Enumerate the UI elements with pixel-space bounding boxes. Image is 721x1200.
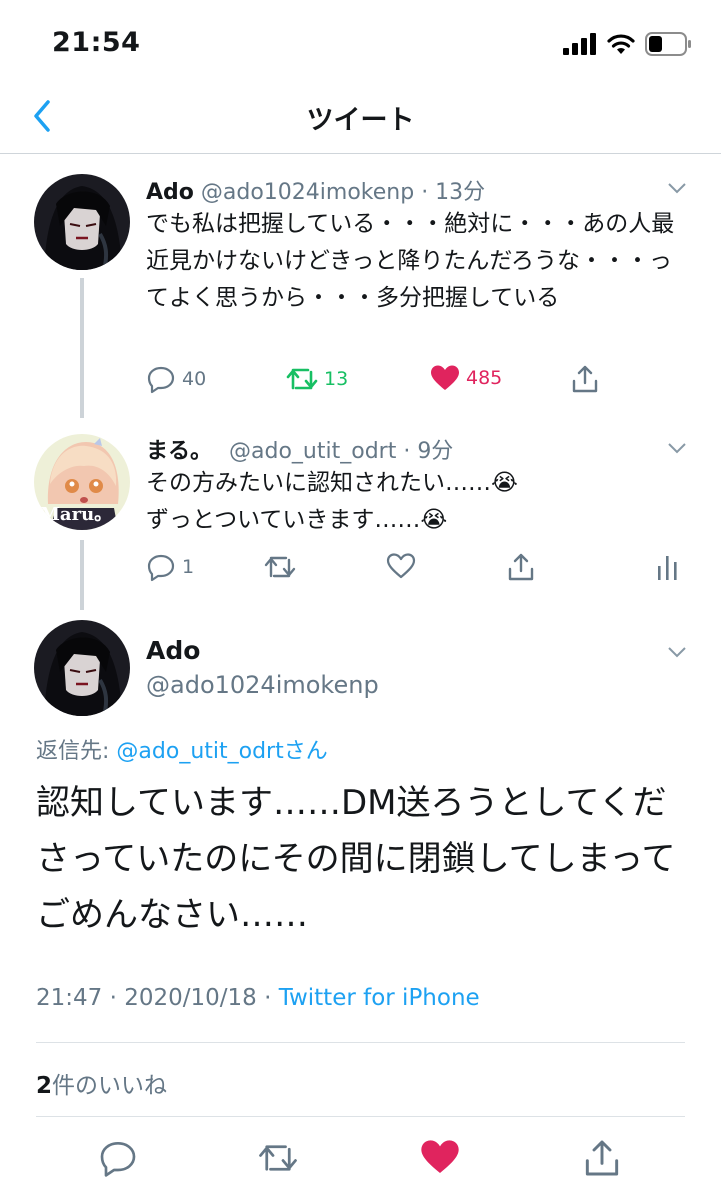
heart-filled-icon (431, 365, 459, 390)
reply-to-link[interactable]: @ado_utit_odrtさん (116, 739, 327, 764)
reply-button[interactable]: 40 (146, 364, 206, 394)
analytics-button[interactable] (656, 552, 680, 582)
analytics-icon (658, 556, 677, 580)
author-name[interactable]: Ado (146, 180, 194, 205)
tweet-text-line: その方みたいに認知されたい…… (146, 470, 491, 496)
reply-icon (100, 1142, 136, 1177)
retweet-icon (264, 556, 296, 578)
share-icon (585, 1140, 619, 1176)
status-bar: 21:54 (0, 0, 721, 86)
likes-summary[interactable]: 2件のいいね (36, 1066, 167, 1100)
likes-label: 件のいいね (52, 1073, 168, 1099)
like-button[interactable] (386, 552, 416, 580)
reply-button[interactable] (98, 1138, 138, 1178)
reply-icon (147, 366, 175, 394)
signal-icon (563, 33, 596, 55)
battery-icon (645, 32, 691, 56)
likes-count: 2 (36, 1073, 53, 1099)
thread-line (80, 540, 84, 610)
tweet-actions: 1 (146, 552, 686, 586)
tweet-header: Ado @ado1024imokenp · 13分 (146, 174, 485, 206)
reply-to-prefix: 返信先: (36, 739, 117, 764)
chevron-down-icon[interactable] (667, 181, 687, 195)
retweet-icon (286, 368, 318, 390)
retweet-icon (259, 1145, 297, 1171)
ado-avatar-image (34, 620, 130, 716)
divider (36, 1042, 685, 1043)
divider (36, 1116, 685, 1117)
nav-bar: ツイート (0, 86, 721, 154)
tweet-text: でも私は把握している・・・絶対に・・・あの人最近見かけないけどきっと降りたんだろ… (146, 211, 675, 311)
chevron-down-icon[interactable] (667, 441, 687, 455)
share-button[interactable] (582, 1138, 622, 1178)
avatar-label: Maru。 (40, 504, 112, 525)
reply-count: 1 (182, 556, 195, 578)
tweet-timestamp: 21:47 · 2020/10/18 · (36, 985, 279, 1011)
tweet-text-line: ずっとついていきます…… (146, 507, 421, 533)
main-tweet-actions (0, 1130, 721, 1186)
tweet-text: その方みたいに認知されたい……😭 ずっとついていきます……😭 (146, 465, 676, 539)
heart-filled-icon (421, 1140, 459, 1173)
crying-emoji: 😭 (491, 470, 518, 496)
author-handle[interactable]: @ado_utit_odrt (229, 439, 396, 464)
author-handle[interactable]: @ado1024imokenp (146, 671, 379, 699)
like-count: 485 (466, 367, 503, 389)
retweet-button[interactable] (264, 552, 296, 582)
tweet-time: · 13分 (421, 180, 486, 205)
tweet-time: · 9分 (403, 439, 454, 464)
avatar[interactable] (34, 174, 130, 270)
retweet-count: 13 (324, 368, 349, 390)
main-tweet-text: 認知しています……DM送ろうとしてくださっていたのにその間に閉鎖してしまってごめ… (36, 783, 676, 935)
avatar[interactable] (34, 620, 130, 716)
like-button[interactable] (420, 1138, 460, 1178)
share-button[interactable] (506, 552, 536, 582)
reply-count: 40 (182, 368, 207, 390)
author-name[interactable]: Ado (146, 636, 200, 665)
heart-outline-icon (386, 553, 416, 579)
page-title: ツイート (306, 105, 415, 136)
reply-icon (147, 554, 175, 582)
chevron-down-icon[interactable] (667, 645, 687, 659)
author-handle[interactable]: @ado1024imokenp (201, 180, 414, 205)
share-icon (572, 365, 598, 393)
maru-avatar-image: Maru。 (34, 434, 130, 530)
share-icon (508, 553, 534, 581)
reply-to: 返信先: @ado_utit_odrtさん (36, 733, 328, 765)
wifi-icon (607, 34, 635, 54)
retweet-button[interactable] (258, 1138, 298, 1178)
tweet-meta: 21:47 · 2020/10/18 · Twitter for iPhone (36, 985, 480, 1011)
reply-button[interactable]: 1 (146, 552, 194, 582)
ado-avatar-image (34, 174, 130, 270)
tweet-source-link[interactable]: Twitter for iPhone (279, 985, 480, 1011)
crying-emoji: 😭 (420, 507, 448, 533)
like-button[interactable]: 485 (430, 364, 502, 392)
retweet-button[interactable]: 13 (286, 364, 348, 394)
tweet-header: まる。 @ado_utit_odrt · 9分 (146, 433, 453, 465)
status-time: 21:54 (52, 27, 141, 58)
status-icons (563, 30, 693, 58)
tweet-actions: 40 13 485 (146, 364, 686, 398)
avatar[interactable]: Maru。 (34, 434, 130, 530)
thread-line (80, 278, 84, 418)
share-button[interactable] (570, 364, 600, 394)
author-name[interactable]: まる。 (146, 439, 212, 464)
